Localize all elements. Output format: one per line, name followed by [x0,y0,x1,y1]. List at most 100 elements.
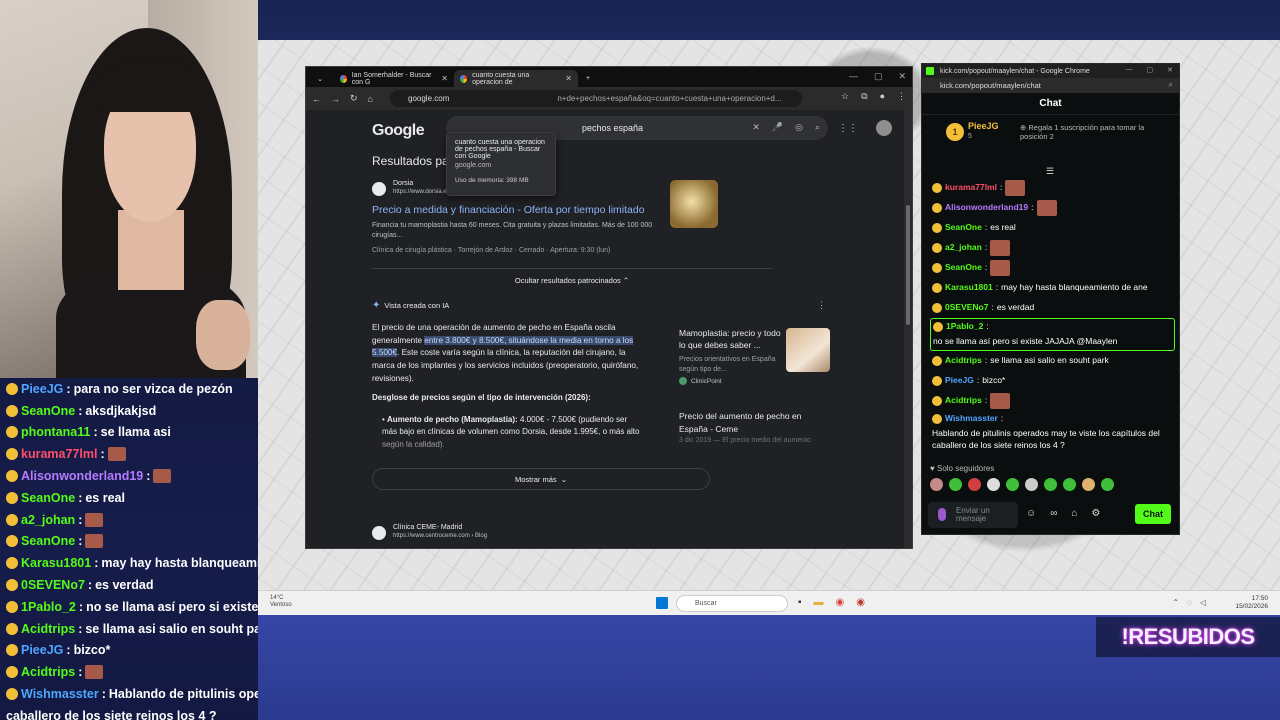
chat-username[interactable]: SeanOne [945,262,982,274]
infinity-icon[interactable]: ∞ [1050,508,1057,519]
chat-username[interactable]: 1Pablo_2 [946,321,983,333]
tooltip-memory: Uso de memoria: 398 MB [455,177,529,184]
send-chat-button[interactable]: Chat [1135,504,1171,524]
scrollbar-thumb[interactable] [906,205,910,325]
chat-username[interactable]: 0SEVENo7 [945,302,988,314]
chat-message[interactable]: Wishmasster: Hablando de pitulinis operad… [930,411,1175,454]
close-window-icon[interactable]: ✕ [1167,66,1173,74]
minimize-icon[interactable]: — [1126,66,1133,74]
weather-widget[interactable]: 14°C Ventoso [270,595,292,609]
badge-icon [6,600,18,613]
tab-ian[interactable]: Ian Somerhalder - Buscar con G ✕ [334,70,454,87]
emote-icon[interactable] [1063,478,1076,491]
close-icon[interactable]: ✕ [441,74,448,83]
close-window-icon[interactable]: ✕ [898,71,906,82]
store-icon[interactable]: ⌂ [1071,508,1077,519]
chat-message[interactable]: Acidtrips: [930,391,1175,411]
zoom-icon[interactable]: ⌕ [1169,80,1173,90]
settings-icon[interactable]: ⚙ [1091,508,1100,519]
menu-icon[interactable]: ⋮ [897,91,906,102]
emote-icon[interactable] [968,478,981,491]
emote-icon[interactable] [949,478,962,491]
extensions-icon[interactable]: ⧉ [861,91,867,102]
chat-message[interactable]: Alisonwonderland19: [930,198,1175,218]
chevron-up-icon: ⌃ [622,276,630,285]
chrome-icon[interactable]: ◉ [836,597,845,608]
chat-colon: : [991,302,994,313]
emote-icon[interactable] [1006,478,1019,491]
emote-icon[interactable] [1044,478,1057,491]
source-thumbnail[interactable] [786,328,830,372]
emote-icon[interactable] [1025,478,1038,491]
chat-message[interactable]: Karasu1801: may hay hasta blanqueamiento … [930,278,1175,298]
network-icon[interactable]: ◌ [1187,598,1192,607]
chat-username[interactable]: SeanOne [945,222,982,234]
chat-message[interactable]: a2_johan: [930,238,1175,258]
source-card-2[interactable]: Precio del aumento de pecho en España - … [679,410,831,446]
overlay-chat-colon: : [78,621,83,636]
minimize-icon[interactable]: — [849,71,858,82]
back-icon[interactable]: ← [312,94,321,104]
chat-message[interactable]: 0SEVENo7: es verdad [930,298,1175,318]
home-icon[interactable]: ⌂ [368,94,373,104]
more-options-icon[interactable]: ⋮ [817,300,826,311]
tab-list-button[interactable]: ⌄ [310,70,330,87]
chat-message[interactable]: 1Pablo_2: no se llama así pero si existe … [930,318,1175,351]
reload-icon[interactable]: ↻ [350,93,358,104]
profile-icon[interactable]: ● [880,91,885,102]
star-icon[interactable]: ☆ [841,91,849,102]
maximize-icon[interactable]: ▢ [1147,66,1154,74]
gift-sub-button[interactable]: ⊕ Regala 1 suscripción para tomar la pos… [1020,123,1160,141]
close-icon[interactable]: ✕ [565,74,572,83]
chat-message[interactable]: SeanOne: [930,258,1175,278]
google-logo[interactable]: Google [372,122,425,140]
chat-message[interactable]: SeanOne: es real [930,218,1175,238]
search-icon[interactable]: ⌕ [815,122,820,133]
task-view-icon[interactable]: ▪ [798,597,802,608]
clear-icon[interactable]: ✕ [752,122,760,133]
chat-username[interactable]: Karasu1801 [945,282,993,294]
emote-icon[interactable] [987,478,1000,491]
chat-username[interactable]: PieeJG [945,375,974,387]
hide-sponsored-button[interactable]: Ocultar resultados patrocinados ⌃ [372,268,772,285]
address-bar[interactable]: google.com n+de+pechos+españa&oq=cuanto+… [390,90,802,107]
kick-address-bar[interactable]: kick.com/popout/maaylen/chat ⌕ [922,78,1179,93]
emote-icon[interactable] [930,478,943,491]
tab-search[interactable]: cuanto cuesta una operacion de ✕ [454,70,578,87]
windows-start-icon[interactable] [656,597,668,609]
scrollbar[interactable] [904,110,912,548]
emote-icon[interactable] [1101,478,1114,491]
chrome-alt-icon[interactable]: ◉ [856,597,865,608]
ad-title-link[interactable]: Precio a medida y financiación - Oferta … [372,204,645,216]
chevron-up-icon[interactable]: ⌃ [1172,598,1179,607]
chat-message[interactable]: PieeJG: bizco* [930,371,1175,391]
mic-icon[interactable]: 🎤 [772,122,783,133]
overlay-chat-colon: : [100,447,105,462]
chat-input[interactable]: Enviar un mensaje [928,502,1018,528]
list-icon[interactable]: ☰ [1046,166,1054,177]
emote-icon[interactable] [1082,478,1095,491]
chat-username[interactable]: Wishmasster [945,413,998,425]
volume-icon[interactable]: ◁ [1200,598,1206,607]
forward-icon[interactable]: → [331,94,340,104]
chat-message[interactable]: Acidtrips: se llama asi salio en souht pa… [930,351,1175,371]
clock[interactable]: 17:50 15/02/2026 [1235,595,1268,612]
chat-username[interactable]: a2_johan [945,242,982,254]
chat-username[interactable]: kurama77lml [945,182,997,194]
emoji-icon[interactable]: ☺ [1026,508,1036,519]
new-tab-button[interactable]: + [580,70,596,87]
ad-thumbnail[interactable] [670,180,718,228]
chat-message[interactable]: kurama77lml: [930,178,1175,198]
lens-icon[interactable]: ◎ [795,122,803,133]
chat-username[interactable]: Acidtrips [945,355,982,367]
mic-icon[interactable] [938,508,946,521]
maximize-icon[interactable]: ▢ [874,71,883,82]
chat-username[interactable]: Acidtrips [945,395,982,407]
taskbar-search[interactable]: Buscar [676,595,788,612]
pinned-user[interactable]: PieeJG [968,121,999,131]
apps-grid-icon[interactable]: ⋮⋮ [838,123,858,134]
avatar[interactable] [876,120,892,136]
show-more-button[interactable]: Mostrar más ⌄ [372,468,710,490]
chat-username[interactable]: Alisonwonderland19 [945,202,1028,214]
folder-icon[interactable]: ▬ [814,597,824,608]
